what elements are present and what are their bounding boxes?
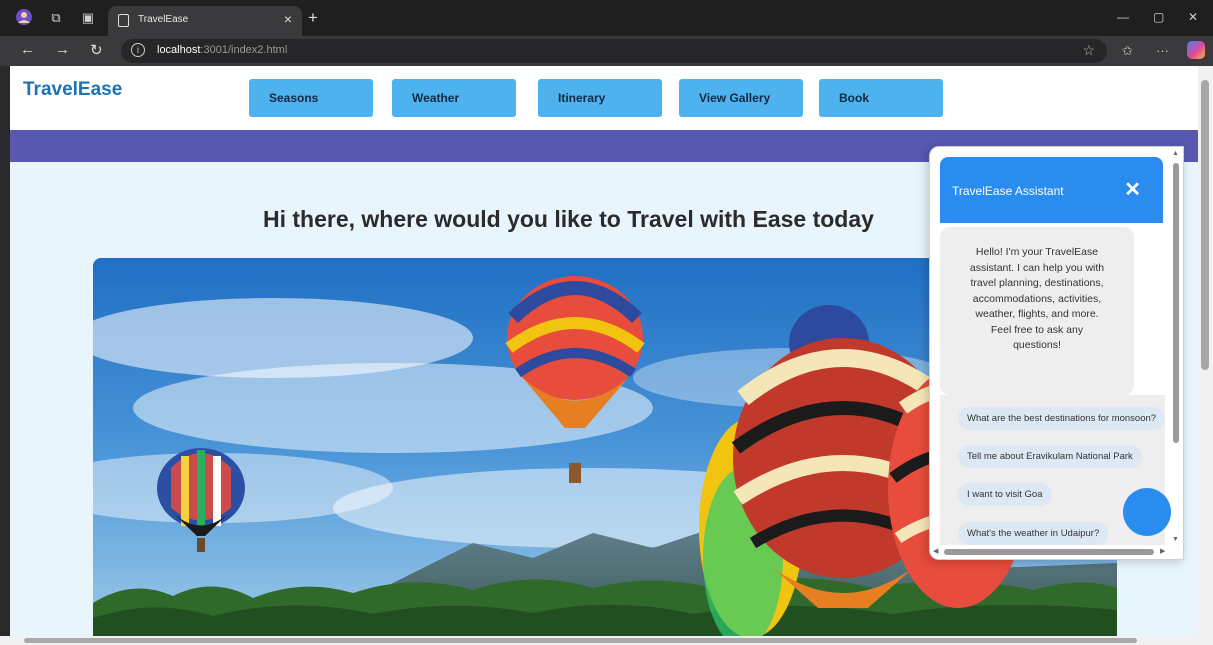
tab-title: TravelEase	[138, 14, 189, 25]
site-header: TravelEase Seasons Weather Itinerary Vie…	[10, 66, 1198, 130]
suggestion-chip[interactable]: Tell me about Eravikulam National Park	[958, 445, 1142, 468]
nav-itinerary-button[interactable]: Itinerary	[538, 79, 662, 117]
favorites-icon[interactable]: ✩	[1122, 43, 1133, 59]
profile-icon[interactable]	[14, 8, 34, 28]
copilot-icon[interactable]	[1187, 41, 1205, 59]
restore-icon[interactable]: ▢	[1153, 10, 1164, 24]
suggestion-chip[interactable]: I want to visit Goa	[958, 483, 1052, 506]
page-icon	[118, 14, 129, 27]
assistant-greeting-message: Hello! I'm your TravelEase assistant. I …	[940, 227, 1134, 395]
scroll-right-arrow-icon[interactable]: ▶	[1160, 547, 1165, 555]
refresh-icon[interactable]: ↻	[90, 41, 103, 59]
nav-view-gallery-button[interactable]: View Gallery	[679, 79, 803, 117]
address-bar[interactable]: i localhost:3001/index2.html ☆	[121, 39, 1107, 63]
nav-book-button[interactable]: Book	[819, 79, 943, 117]
forward-icon[interactable]: →	[55, 41, 70, 58]
scroll-up-arrow-icon[interactable]: ▲	[1172, 150, 1179, 157]
suggestion-chip[interactable]: What are the best destinations for monso…	[958, 407, 1166, 430]
browser-tab[interactable]: TravelEase ×	[108, 6, 302, 36]
close-icon[interactable]: ×	[284, 11, 292, 27]
star-icon[interactable]: ☆	[1082, 42, 1095, 59]
url-text: localhost:3001/index2.html	[157, 44, 287, 56]
url-path: :3001/index2.html	[200, 44, 288, 56]
site-logo[interactable]: TravelEase	[23, 79, 122, 101]
scroll-down-arrow-icon[interactable]: ▼	[1172, 536, 1179, 543]
info-icon[interactable]: i	[131, 43, 145, 57]
page-vertical-scroll-thumb[interactable]	[1201, 80, 1209, 370]
address-toolbar: ← → ↻ i localhost:3001/index2.html ☆ ✩ ·…	[0, 36, 1213, 66]
chat-toggle-button[interactable]	[1123, 488, 1171, 536]
chat-header: TravelEase Assistant ✕	[940, 157, 1163, 223]
window-edge	[0, 66, 10, 636]
page-horizontal-scroll-thumb[interactable]	[24, 638, 1137, 643]
hero-title: Hi there, where would you like to Travel…	[263, 206, 874, 232]
tab-actions-icon[interactable]: ▣	[78, 8, 98, 28]
chat-horizontal-scroll-thumb[interactable]	[944, 549, 1154, 555]
scroll-left-arrow-icon[interactable]: ◀	[933, 547, 938, 555]
nav-weather-button[interactable]: Weather	[392, 79, 516, 117]
minimize-icon[interactable]: —	[1117, 10, 1129, 24]
url-host: localhost	[157, 44, 201, 56]
workspaces-icon[interactable]: ⧉	[46, 8, 66, 28]
suggestion-chip[interactable]: What's the weather in Udaipur?	[958, 522, 1109, 545]
plus-icon[interactable]: +	[308, 8, 318, 28]
back-icon[interactable]: ←	[20, 41, 35, 58]
chat-vertical-scroll-thumb[interactable]	[1173, 163, 1179, 443]
window-close-icon[interactable]: ✕	[1188, 10, 1198, 24]
nav-seasons-button[interactable]: Seasons	[249, 79, 373, 117]
browser-tab-bar: ⧉ ▣ TravelEase × + — ▢ ✕	[0, 0, 1213, 36]
chat-title: TravelEase Assistant	[952, 184, 1064, 198]
close-icon[interactable]: ✕	[1124, 177, 1141, 202]
more-icon[interactable]: ···	[1156, 43, 1169, 58]
